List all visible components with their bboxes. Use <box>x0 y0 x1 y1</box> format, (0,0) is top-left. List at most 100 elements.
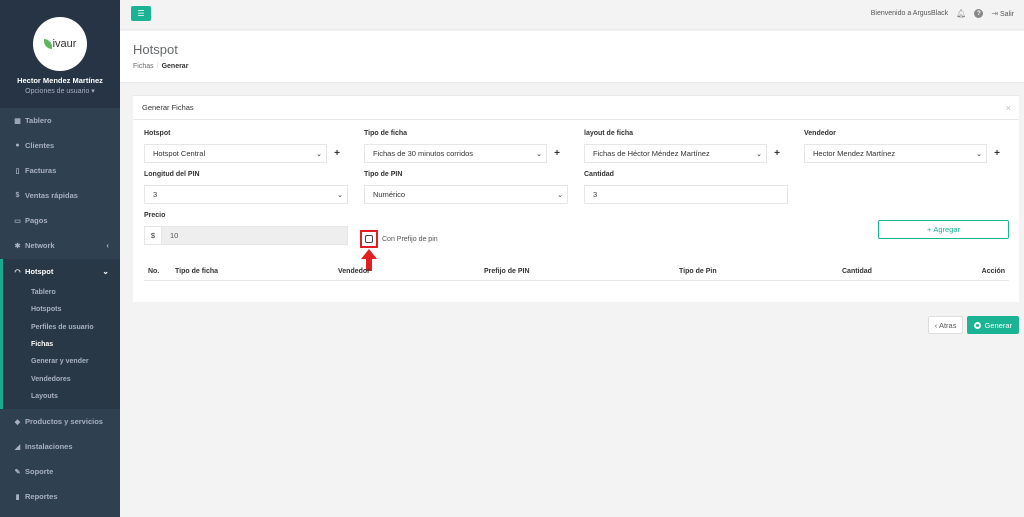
field-precio: Precio $ 10 <box>144 212 348 245</box>
file-icon: ▯ <box>15 167 20 175</box>
brand-logo[interactable]: ivaur <box>33 17 87 71</box>
add-hotspot-button[interactable]: + <box>327 144 347 163</box>
vendedor-select[interactable]: Hector Mendez Martínez ⌄ <box>804 144 987 163</box>
user-name: Hector Mendez Martínez <box>17 76 103 85</box>
plus-icon: + <box>554 148 560 159</box>
sidebar-item-reportes[interactable]: ▮ Reportes <box>0 484 120 509</box>
network-icon: ✱ <box>14 242 21 250</box>
chevron-down-icon: ⌄ <box>976 150 982 158</box>
hotspot-submenu: Tablero Hotspots Perfiles de usuario Fic… <box>0 284 120 410</box>
submenu-item-generar-vender[interactable]: Generar y vender <box>3 353 120 370</box>
col-tipo-ficha: Tipo de ficha <box>171 263 334 281</box>
sidebar: ivaur Hector Mendez Martínez Opciones de… <box>0 0 120 517</box>
dashboard-icon: ▦ <box>14 117 21 125</box>
breadcrumb-fichas[interactable]: Fichas <box>133 63 154 70</box>
submenu-item-vendedores[interactable]: Vendedores <box>3 370 120 387</box>
users-icon: ● <box>15 142 20 149</box>
chevron-left-icon: ‹ <box>106 241 109 250</box>
hamburger-icon: ☰ <box>137 9 145 18</box>
breadcrumb-generar: Generar <box>161 63 189 70</box>
sign-out-icon: ⇥ <box>991 9 999 18</box>
sidebar-item-pagos[interactable]: ▭ Pagos <box>0 208 120 233</box>
sidebar-item-tablero[interactable]: ▦ Tablero <box>0 108 120 133</box>
logout-link[interactable]: ⇥ Salir <box>991 9 1014 18</box>
tool-icon: ✎ <box>14 468 21 476</box>
fichas-table: No. Tipo de ficha Vendedor Prefijo de PI… <box>144 263 1009 281</box>
sidebar-item-ventas-rapidas[interactable]: $ Ventas rápidas <box>0 183 120 208</box>
sidebar-item-network[interactable]: ✱ Network ‹ <box>0 233 120 258</box>
user-options-menu[interactable]: Opciones de usuario ▾ <box>0 87 120 95</box>
leaf-icon <box>43 39 52 49</box>
app-window: ivaur Hector Mendez Martínez Opciones de… <box>0 0 1024 517</box>
currency-addon: $ <box>144 226 162 245</box>
tags-icon: ◆ <box>14 418 21 426</box>
plus-icon: + <box>994 148 1000 159</box>
dollar-icon: $ <box>15 192 20 199</box>
bell-icon[interactable]: 🔔︎ <box>956 9 966 18</box>
generar-fichas-panel: Generar Fichas × Hotspot Hotspot Central… <box>133 95 1019 302</box>
col-vendedor: Vendedor <box>334 263 480 281</box>
plus-icon: + <box>774 148 780 159</box>
chevron-down-icon: ⌄ <box>557 191 563 199</box>
field-longitud-pin: Longitud del PIN 3 ⌄ <box>144 171 348 204</box>
cantidad-input[interactable]: 3 <box>584 185 788 204</box>
submenu-item-layouts[interactable]: Layouts <box>3 388 120 405</box>
add-tipo-ficha-button[interactable]: + <box>547 144 567 163</box>
brand-logo-text: ivaur <box>52 38 77 50</box>
help-icon[interactable]: ? <box>974 9 984 18</box>
plus-icon: + <box>334 148 340 159</box>
field-cantidad: Cantidad 3 <box>584 171 788 204</box>
sidebar-item-clientes[interactable]: ● Clientes <box>0 133 120 158</box>
wifi-icon: ◠ <box>14 268 21 276</box>
prefix-checkbox[interactable] <box>365 235 373 243</box>
panel-title: Generar Fichas <box>133 96 1019 120</box>
sidebar-item-productos[interactable]: ◆ Productos y servicios <box>0 409 120 434</box>
sidebar-item-soporte[interactable]: ✎ Soporte <box>0 459 120 484</box>
agregar-button[interactable]: + Agregar <box>878 220 1009 239</box>
field-hotspot: Hotspot Hotspot Central ⌄ + <box>144 130 347 163</box>
field-layout: layout de ficha Fichas de Héctor Méndez … <box>584 130 787 163</box>
col-prefijo: Prefijo de PIN <box>480 263 675 281</box>
close-icon[interactable]: × <box>1006 103 1011 113</box>
page-heading: Hotspot Fichas / Generar <box>120 31 1024 83</box>
back-button[interactable]: ‹ Atras <box>927 316 964 334</box>
wrench-icon: ◢ <box>14 443 21 451</box>
longitud-pin-select[interactable]: 3 ⌄ <box>144 185 348 204</box>
chevron-down-icon: ⌄ <box>536 150 542 158</box>
submenu-item-perfiles[interactable]: Perfiles de usuario <box>3 319 120 336</box>
money-icon: ▭ <box>14 217 21 225</box>
generate-button[interactable]: Generar <box>967 316 1019 334</box>
book-icon: ▮ <box>15 493 20 501</box>
layout-select[interactable]: Fichas de Héctor Méndez Martínez ⌄ <box>584 144 767 163</box>
menu-toggle-button[interactable]: ☰ <box>131 6 151 21</box>
gear-icon <box>974 321 982 329</box>
chevron-down-icon: ⌄ <box>316 150 322 158</box>
plus-icon: + <box>926 225 932 234</box>
sidebar-item-instalaciones[interactable]: ◢ Instalaciones <box>0 434 120 459</box>
tipo-pin-select[interactable]: Numérico ⌄ <box>364 185 568 204</box>
form-actions: ‹ Atras Generar <box>927 316 1019 334</box>
submenu-item-tablero[interactable]: Tablero <box>3 284 120 301</box>
add-vendedor-button[interactable]: + <box>987 144 1007 163</box>
submenu-item-hotspots[interactable]: Hotspots <box>3 301 120 318</box>
submenu-item-fichas[interactable]: Fichas <box>3 336 120 353</box>
breadcrumb-separator: / <box>156 63 159 70</box>
precio-input: 10 <box>162 226 348 245</box>
field-vendedor: Vendedor Hector Mendez Martínez ⌄ + <box>804 130 1007 163</box>
prefix-label: Con Prefijo de pin <box>382 235 438 243</box>
sidebar-item-facturas[interactable]: ▯ Facturas <box>0 158 120 183</box>
table-header-row: No. Tipo de ficha Vendedor Prefijo de PI… <box>144 263 1009 281</box>
hotspot-select[interactable]: Hotspot Central ⌄ <box>144 144 327 163</box>
topbar-right: Bienvenido a ArgusBlack 🔔︎ ? ⇥ Salir <box>871 9 1014 18</box>
sidebar-item-hotspot[interactable]: ◠ Hotspot ⌄ <box>0 259 120 284</box>
sidebar-nav-bottom: ◆ Productos y servicios ◢ Instalaciones ✎ S… <box>0 409 120 509</box>
col-cantidad: Cantidad <box>838 263 969 281</box>
tipo-ficha-select[interactable]: Fichas de 30 minutos corridos ⌄ <box>364 144 547 163</box>
field-tipo-ficha: Tipo de ficha Fichas de 30 minutos corri… <box>364 130 567 163</box>
sidebar-nav: ▦ Tablero ● Clientes ▯ Facturas $ Ventas ráp… <box>0 108 120 284</box>
col-accion: Acción <box>969 263 1009 281</box>
col-no: No. <box>144 263 171 281</box>
breadcrumb: Fichas / Generar <box>133 63 188 70</box>
chevron-down-icon: ⌄ <box>337 191 343 199</box>
add-layout-button[interactable]: + <box>767 144 787 163</box>
